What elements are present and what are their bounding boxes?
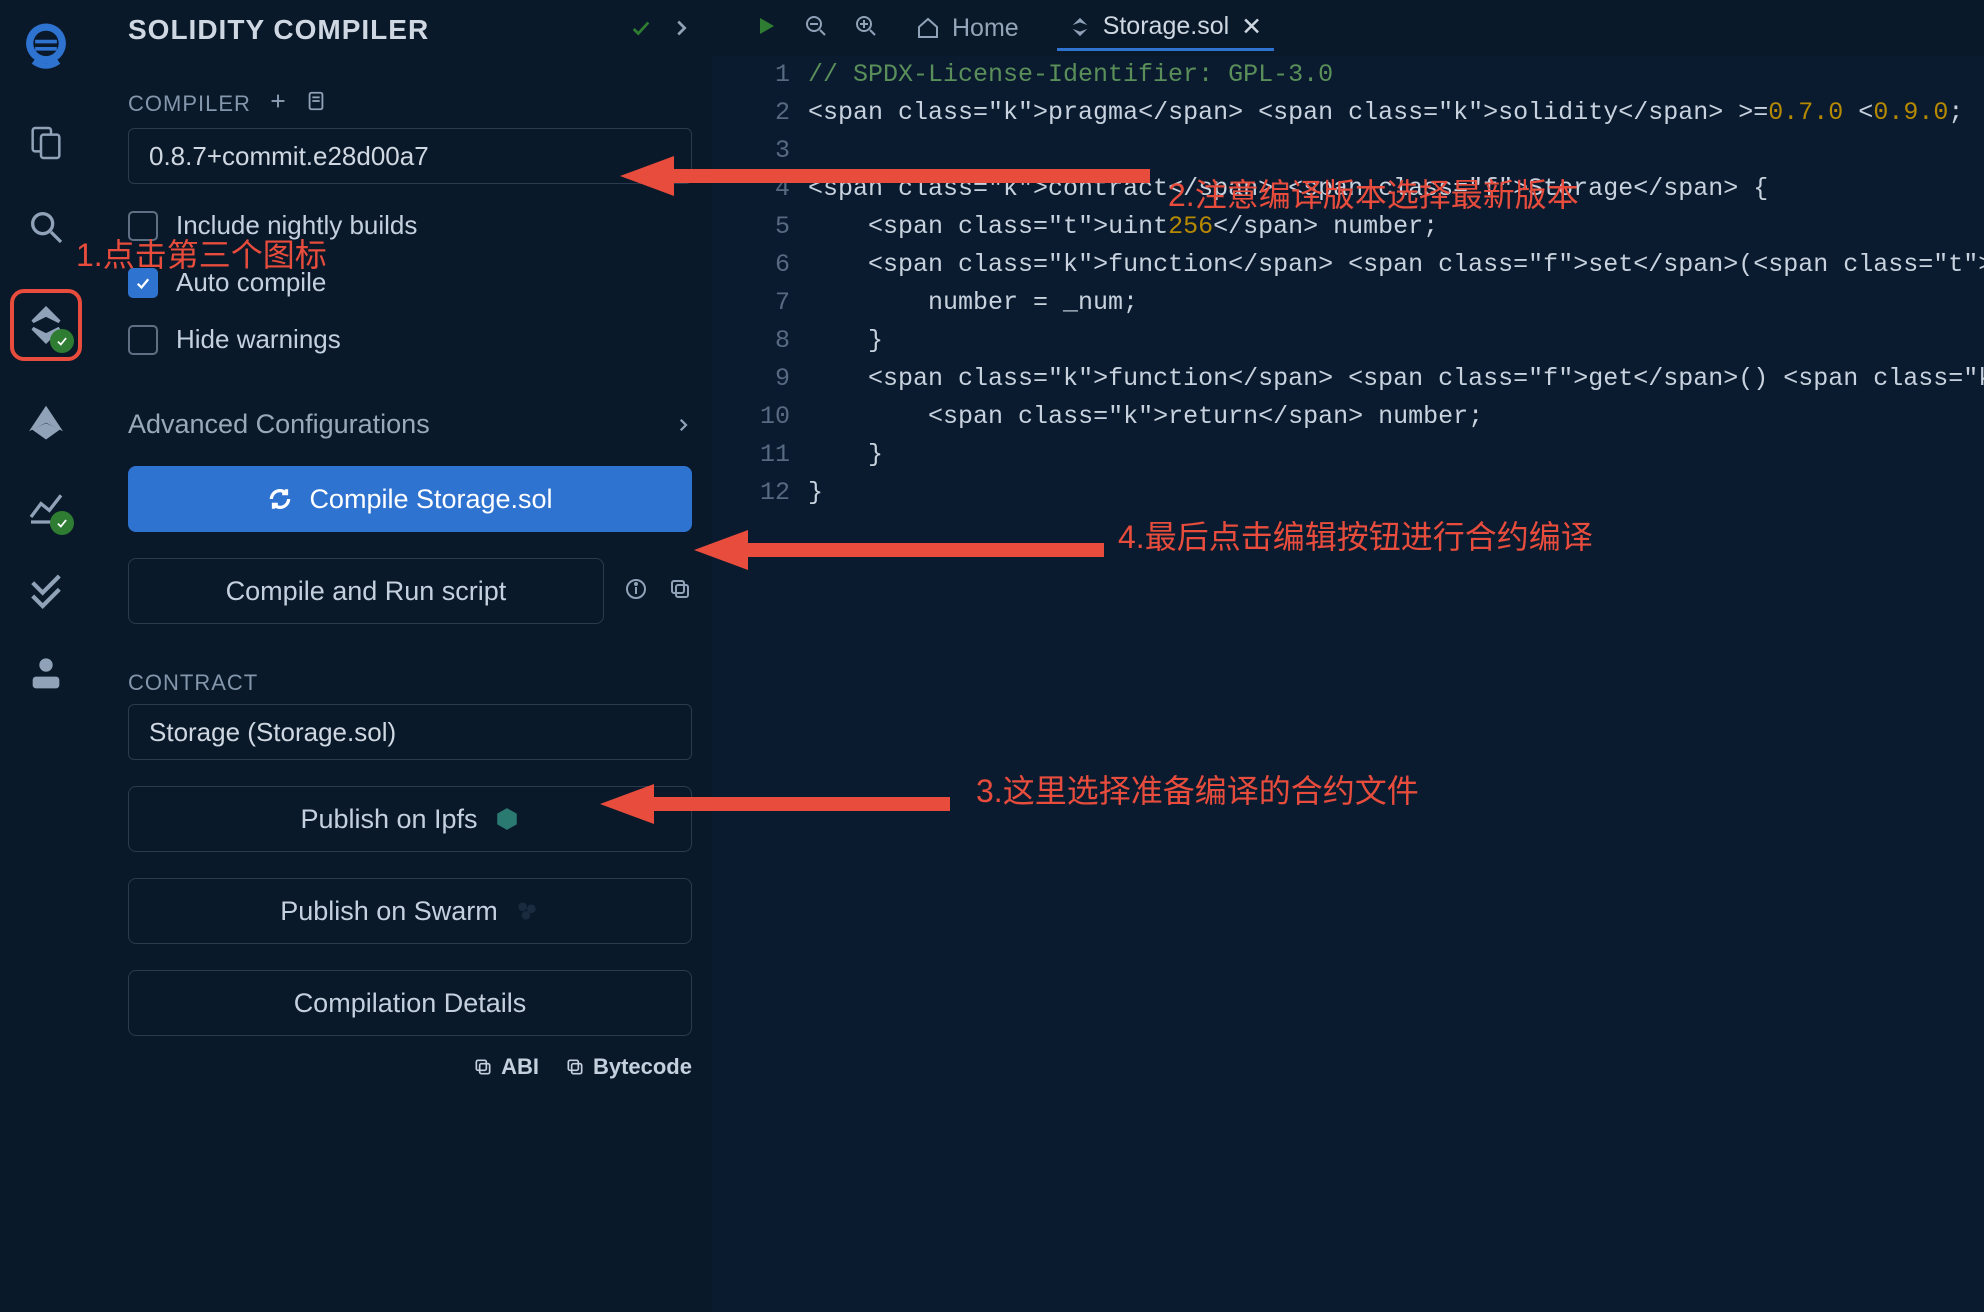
remix-logo [17,18,75,81]
zoom-in-icon[interactable] [854,14,878,43]
advanced-configurations-label: Advanced Configurations [128,409,430,440]
tab-home[interactable]: Home [904,8,1031,49]
solidity-file-icon [1069,16,1091,38]
compiler-config-icon[interactable] [305,90,327,118]
compiler-version-value: 0.8.7+commit.e28d00a7 [149,141,429,172]
home-icon [916,16,940,40]
annotation-arrow-2 [620,146,1160,211]
tab-file[interactable]: Storage.sol ✕ [1057,6,1274,51]
run-icon[interactable] [754,14,778,43]
success-badge-icon [50,511,74,535]
abi-label: ABI [501,1054,539,1080]
panel-title-text: SOLIDITY COMPILER [128,14,429,46]
publish-ipfs-label: Publish on Ipfs [300,804,477,835]
advanced-configurations-toggle[interactable]: Advanced Configurations [128,409,692,440]
contract-select[interactable]: Storage (Storage.sol) [128,704,692,760]
line-gutter: 123456789101112 [712,56,808,512]
annotation-2: 2.注意编译版本选择最新版本 [1168,170,1579,216]
search-icon[interactable] [24,205,68,249]
publish-swarm-button[interactable]: Publish on Swarm [128,878,692,944]
contract-select-value: Storage (Storage.sol) [149,717,396,748]
debugger-icon[interactable] [24,569,68,613]
solidity-compiler-icon[interactable] [24,303,68,347]
tab-home-label: Home [952,14,1019,43]
compile-run-script-button[interactable]: Compile and Run script [128,558,604,624]
compile-button-label: Compile Storage.sol [309,484,552,515]
file-explorer-icon[interactable] [24,121,68,165]
compile-success-icon [630,14,652,46]
annotation-highlight-box [10,289,82,361]
copy-bytecode-button[interactable]: Bytecode [565,1054,692,1080]
compilation-details-label: Compilation Details [294,988,527,1019]
annotation-arrow-3 [600,774,960,839]
info-icon[interactable] [624,577,648,606]
panel-title: SOLIDITY COMPILER [128,14,692,46]
compiler-label: COMPILER [128,91,251,117]
copy-icon [473,1057,493,1077]
hide-warnings-checkbox[interactable] [128,325,158,355]
chevron-right-icon [674,416,692,434]
compilation-details-button[interactable]: Compilation Details [128,970,692,1036]
success-badge-icon [50,329,74,353]
code-editor[interactable]: // SPDX-License-Identifier: GPL-3.0 <spa… [808,56,1984,512]
compile-button[interactable]: Compile Storage.sol [128,466,692,532]
zoom-out-icon[interactable] [804,14,828,43]
copy-abi-button[interactable]: ABI [473,1054,539,1080]
copy-icon[interactable] [668,577,692,606]
swarm-icon [514,898,540,924]
analytics-icon[interactable] [24,485,68,529]
bytecode-label: Bytecode [593,1054,692,1080]
plugin-manager-icon[interactable] [24,653,68,697]
ipfs-icon [494,806,520,832]
hide-warnings-label: Hide warnings [176,324,341,355]
add-compiler-icon[interactable] [267,90,289,118]
annotation-arrow-4 [694,520,1114,585]
deploy-run-icon[interactable] [24,401,68,445]
tab-file-label: Storage.sol [1103,12,1229,41]
close-tab-icon[interactable]: ✕ [1241,12,1262,42]
contract-label: CONTRACT [128,670,692,696]
annotation-1: 1.点击第三个图标 [76,230,327,276]
refresh-icon [267,486,293,512]
compile-run-script-label: Compile and Run script [226,576,507,607]
annotation-4: 4.最后点击编辑按钮进行合约编译 [1118,512,1593,558]
publish-swarm-label: Publish on Swarm [280,896,498,927]
copy-icon [565,1057,585,1077]
annotation-3: 3.这里选择准备编译的合约文件 [976,766,1419,812]
compiler-version-select[interactable]: 0.8.7+commit.e28d00a7 [128,128,692,184]
collapse-panel-icon[interactable] [670,14,692,46]
